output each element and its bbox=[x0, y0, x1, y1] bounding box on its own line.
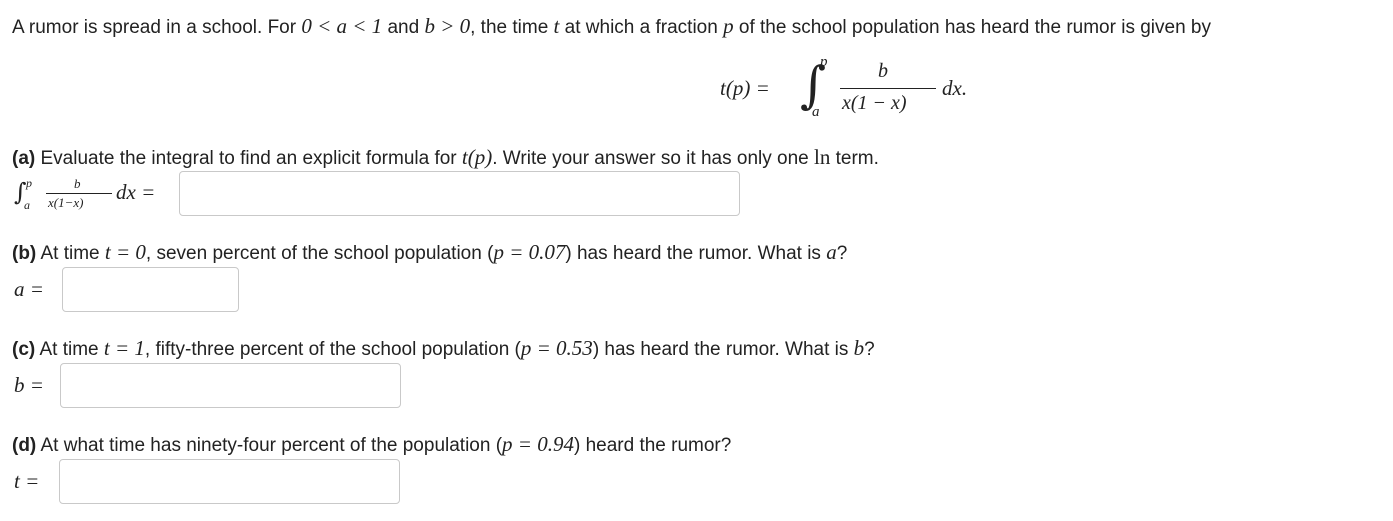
part-c-answer-label: b = bbox=[14, 373, 44, 397]
intro-text: A rumor is spread in a school. For bbox=[12, 17, 302, 38]
part-b-text: , seven percent of the school population… bbox=[145, 243, 494, 264]
formula-lower-limit: a bbox=[812, 104, 820, 120]
answer-lower-limit: a bbox=[24, 198, 30, 212]
part-a-text: Evaluate the integral to find an explici… bbox=[35, 148, 462, 169]
intro-math-b-range: b > 0 bbox=[424, 14, 471, 38]
part-c-text: At time bbox=[35, 339, 104, 360]
part-c-math-b: b bbox=[853, 336, 865, 360]
intro-math-p: p bbox=[723, 14, 734, 38]
part-b-text: ? bbox=[836, 243, 848, 264]
formula-differential: dx. bbox=[942, 76, 968, 100]
part-c-text: , fifty-three percent of the school popu… bbox=[144, 339, 521, 360]
intro-text: , the time bbox=[470, 17, 554, 38]
part-a-math-ln: ln bbox=[814, 145, 831, 169]
answer-differential: dx = bbox=[116, 180, 156, 204]
intro-math-a-range: 0 < a < 1 bbox=[301, 14, 383, 38]
answer-fraction-bar bbox=[46, 193, 112, 194]
part-b-math-p: p = 0.07 bbox=[493, 240, 566, 264]
main-formula: t(p) = ∫ p a b x(1 − x) dx. bbox=[720, 54, 980, 124]
part-a-text: . Write your answer so it has only one bbox=[492, 148, 814, 169]
part-b-text: ) has heard the rumor. What is bbox=[565, 243, 827, 264]
problem-intro: A rumor is spread in a school. For 0 < a… bbox=[12, 14, 1211, 40]
part-b-answer-input[interactable] bbox=[62, 267, 239, 312]
intro-text: and bbox=[382, 17, 425, 38]
part-a-answer-label: ∫ p a b x(1−x) dx = bbox=[12, 174, 177, 214]
part-d-question: (d) At what time has ninety-four percent… bbox=[12, 432, 731, 458]
part-a-text: term. bbox=[830, 148, 879, 169]
formula-denominator: x(1 − x) bbox=[842, 92, 907, 114]
part-a-label: (a) bbox=[12, 148, 36, 169]
part-b-answer-label: a = bbox=[14, 277, 44, 301]
part-b-label: (b) bbox=[12, 243, 37, 264]
part-b-question: (b) At time t = 0, seven percent of the … bbox=[12, 240, 847, 266]
part-c-math-t1: t = 1 bbox=[103, 336, 145, 360]
part-a-question: (a) Evaluate the integral to find an exp… bbox=[12, 145, 879, 171]
intro-text: of the school population has heard the r… bbox=[733, 17, 1211, 38]
answer-upper-limit: p bbox=[26, 176, 32, 190]
part-c-text: ? bbox=[864, 339, 875, 360]
intro-text: at which a fraction bbox=[559, 17, 724, 38]
formula-lhs: t(p) = bbox=[720, 76, 770, 100]
answer-denominator: x(1−x) bbox=[48, 195, 84, 210]
part-d-text: ) heard the rumor? bbox=[573, 435, 732, 456]
part-d-text: At what time has ninety-four percent of … bbox=[36, 435, 503, 456]
part-b-math-t0: t = 0 bbox=[104, 240, 146, 264]
part-c-label: (c) bbox=[12, 339, 36, 360]
part-d-label: (d) bbox=[12, 435, 37, 456]
part-c-math-p: p = 0.53 bbox=[520, 336, 593, 360]
formula-fraction-bar bbox=[840, 88, 936, 89]
part-a-answer-input[interactable] bbox=[179, 171, 740, 216]
part-c-answer-input[interactable] bbox=[60, 363, 401, 408]
part-c-question: (c) At time t = 1, fifty-three percent o… bbox=[12, 336, 875, 362]
part-d-answer-input[interactable] bbox=[59, 459, 400, 504]
part-d-answer-label: t = bbox=[14, 469, 40, 493]
answer-numerator: b bbox=[74, 176, 81, 191]
formula-upper-limit: p bbox=[820, 54, 828, 70]
part-d-math-p: p = 0.94 bbox=[502, 432, 574, 456]
part-c-text: ) has heard the rumor. What is bbox=[592, 339, 854, 360]
part-b-math-a: a bbox=[826, 240, 837, 264]
part-b-text: At time bbox=[36, 243, 105, 264]
part-a-math-tp: t(p) bbox=[461, 145, 493, 169]
formula-numerator: b bbox=[878, 60, 888, 82]
